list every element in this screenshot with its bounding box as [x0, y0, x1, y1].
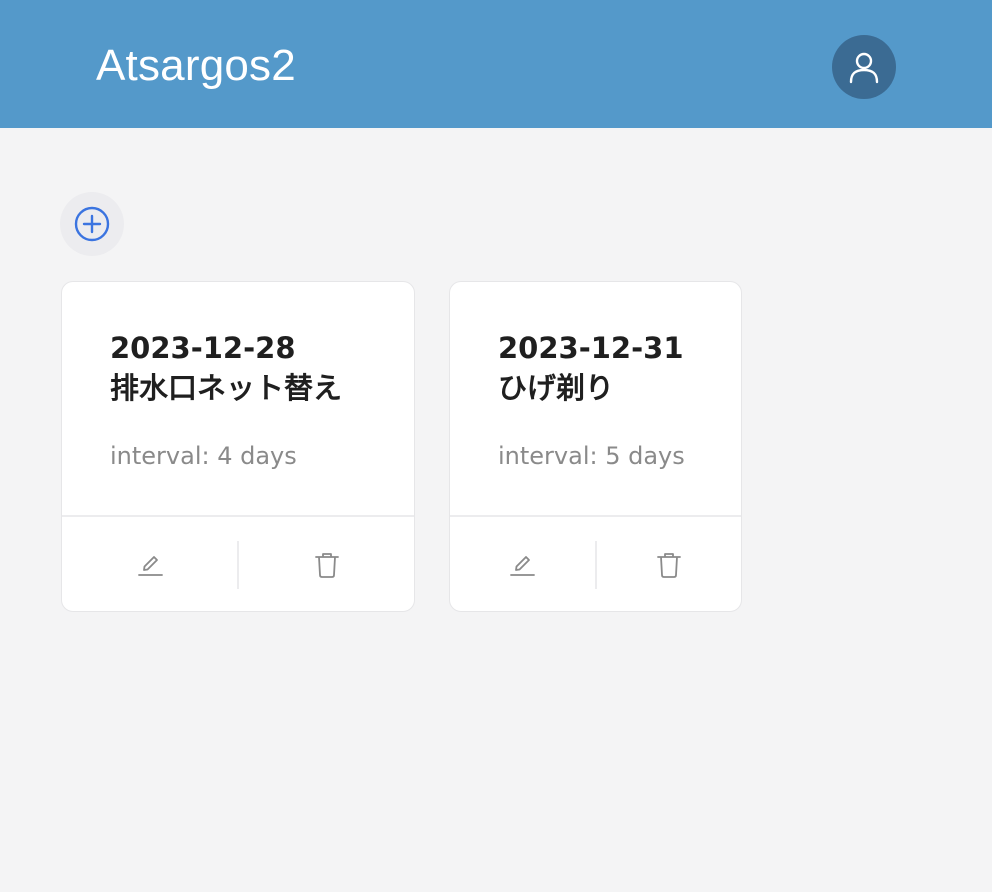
- task-card: 2023-12-28 排水口ネット替え interval: 4 days: [61, 281, 415, 612]
- task-name: 排水口ネット替え: [110, 371, 343, 405]
- delete-button[interactable]: [597, 517, 742, 611]
- task-interval: interval: 4 days: [110, 442, 297, 470]
- app-title: Atsargos2: [96, 41, 296, 90]
- task-interval: interval: 5 days: [498, 442, 685, 470]
- task-card: 2023-12-31 ひげ剃り interval: 5 days: [449, 281, 742, 612]
- task-card-body: 2023-12-31 ひげ剃り interval: 5 days: [498, 328, 731, 472]
- task-card-actions: [62, 515, 414, 611]
- task-card-body: 2023-12-28 排水口ネット替え interval: 4 days: [110, 328, 404, 472]
- task-name: ひげ剃り: [498, 371, 615, 405]
- user-avatar-button[interactable]: [832, 35, 896, 99]
- edit-icon: [137, 555, 163, 576]
- plus-circle-icon: [74, 206, 110, 242]
- task-due-date: 2023-12-31: [498, 331, 684, 365]
- app-header: Atsargos2: [0, 0, 992, 128]
- task-card-actions: [450, 515, 742, 611]
- edit-icon: [510, 555, 536, 576]
- trash-icon: [656, 552, 681, 578]
- user-icon: [849, 52, 879, 84]
- edit-button[interactable]: [62, 517, 237, 611]
- trash-icon: [314, 552, 339, 578]
- add-item-button[interactable]: [60, 192, 124, 256]
- task-due-date: 2023-12-28: [110, 331, 296, 365]
- delete-button[interactable]: [239, 517, 414, 611]
- edit-button[interactable]: [450, 517, 595, 611]
